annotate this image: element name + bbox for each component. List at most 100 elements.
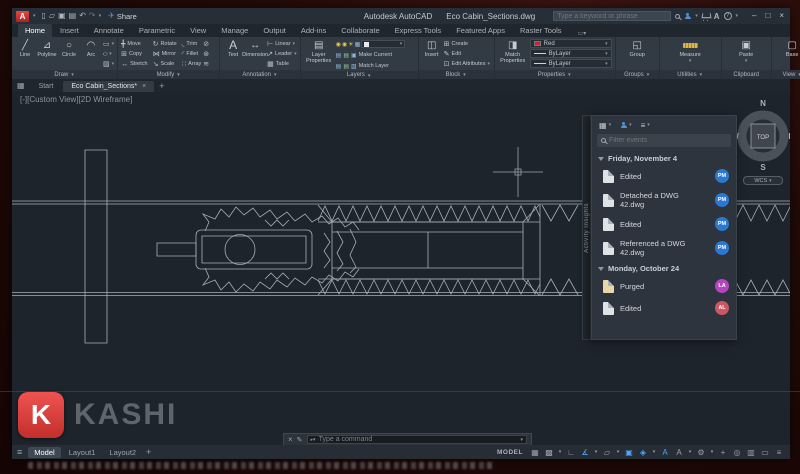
activity-item[interactable]: Edited AL bbox=[592, 297, 736, 319]
lineweight-select[interactable]: ByLayer ▾ bbox=[529, 49, 612, 58]
cart-icon[interactable] bbox=[702, 13, 710, 21]
draw-panel-label[interactable]: Draw ▼ bbox=[12, 70, 118, 79]
measure-button[interactable]: Measure ▾ bbox=[675, 39, 705, 64]
activity-item[interactable]: Edited PM bbox=[592, 213, 736, 235]
make-current-label[interactable]: Make Current bbox=[359, 52, 392, 58]
layer-state-icon-4[interactable]: ▤ bbox=[343, 63, 349, 70]
modify-panel-label[interactable]: Modify ▼ bbox=[118, 70, 220, 79]
layer-freeze-icon[interactable]: ◉ bbox=[342, 41, 347, 48]
file-tab-close-icon[interactable]: × bbox=[142, 83, 146, 90]
offset-button[interactable]: ≋ bbox=[203, 59, 209, 69]
move-button[interactable]: ╋ Move bbox=[121, 39, 147, 49]
osnap-3d-icon[interactable]: ◈ bbox=[637, 448, 649, 457]
block-panel-label[interactable]: Block ▼ bbox=[418, 70, 494, 79]
new-layout-icon[interactable]: + bbox=[146, 447, 151, 457]
qat-caret-icon[interactable]: ▾ bbox=[99, 13, 102, 19]
model-tab[interactable]: Model bbox=[28, 446, 61, 458]
edit-block-button[interactable]: ✎ Edit bbox=[444, 49, 490, 59]
create-block-button[interactable]: ⊞ Create bbox=[444, 39, 490, 49]
command-close-icon[interactable]: × bbox=[288, 435, 293, 444]
clean-screen-icon[interactable]: ▭ bbox=[759, 448, 771, 457]
activity-view-dropdown[interactable]: ▦ ▾ bbox=[599, 121, 611, 130]
rectangle-button[interactable]: ▭ ▾ bbox=[103, 39, 114, 49]
polyline-button[interactable]: ⊿ Polyline bbox=[37, 39, 57, 58]
arc-button[interactable]: ◠ Arc bbox=[81, 39, 101, 58]
ribbon-tab-annotate[interactable]: Annotate bbox=[87, 24, 131, 37]
help-icon[interactable]: ? bbox=[723, 12, 732, 20]
viewport-controls-label[interactable]: [-][Custom View][2D Wireframe] bbox=[20, 95, 132, 104]
layout1-tab[interactable]: Layout1 bbox=[63, 447, 102, 458]
file-tab-start[interactable]: Start bbox=[31, 81, 62, 92]
logo-caret-icon[interactable]: ▾ bbox=[33, 13, 36, 19]
polar-caret-icon[interactable]: ▾ bbox=[593, 449, 599, 455]
group-button[interactable]: ◱ Group bbox=[627, 39, 647, 58]
layer-sun-icon[interactable]: ☀ bbox=[348, 41, 353, 48]
activity-insights-tab[interactable]: Activity Insights bbox=[582, 115, 591, 340]
layer-properties-button[interactable]: ▤ Layer Properties bbox=[304, 39, 334, 64]
match-layer-label[interactable]: Match Layer bbox=[359, 63, 389, 69]
grid-icon[interactable]: ▦ bbox=[529, 448, 541, 457]
edit-attributes-button[interactable]: ⊡ Edit Attributes ▾ bbox=[444, 59, 490, 69]
search-input[interactable] bbox=[553, 11, 672, 21]
match-layer-icon[interactable]: ▨ bbox=[351, 63, 357, 70]
annotation-visibility-icon[interactable]: A bbox=[659, 448, 671, 457]
match-properties-button[interactable]: ◨ Match Properties bbox=[498, 39, 528, 64]
text-button[interactable]: A Text bbox=[223, 39, 243, 59]
ribbon-tab-output[interactable]: Output bbox=[256, 24, 293, 37]
file-tab-document[interactable]: Eco Cabin_Sections* × bbox=[63, 81, 155, 92]
ribbon-tab-collaborate[interactable]: Collaborate bbox=[334, 24, 386, 37]
layer-lock-icon[interactable]: ▦ bbox=[355, 41, 361, 48]
search-icon[interactable] bbox=[675, 13, 681, 19]
layer-state-icon-3[interactable]: ▤ bbox=[336, 63, 342, 70]
ortho-icon[interactable]: ∟ bbox=[565, 448, 577, 457]
ribbon-collapse-icon[interactable]: ▭▾ bbox=[578, 30, 587, 37]
isodraft-icon[interactable]: ▱ bbox=[601, 448, 613, 457]
make-current-icon[interactable]: ▣ bbox=[351, 52, 357, 59]
redo-icon[interactable]: ↷ bbox=[89, 11, 96, 21]
layer-state-icon-1[interactable]: ▤ bbox=[336, 52, 342, 59]
table-button[interactable]: ▦ Table bbox=[267, 59, 297, 69]
new-drawing-icon[interactable]: + bbox=[159, 81, 164, 91]
osnap-caret-icon[interactable]: ▾ bbox=[651, 449, 657, 455]
ribbon-tab-featured-apps[interactable]: Featured Apps bbox=[449, 24, 512, 37]
utilities-panel-label[interactable]: Utilities ▼ bbox=[659, 70, 721, 79]
sign-in-icon[interactable] bbox=[684, 12, 691, 20]
layer-state-icon-2[interactable]: ▤ bbox=[343, 52, 349, 59]
activity-list-dropdown[interactable]: ≡ ▾ bbox=[641, 121, 650, 130]
customize-icon[interactable]: ≡ bbox=[773, 448, 785, 457]
snap-icon[interactable]: ▩ bbox=[543, 448, 555, 457]
activity-filter-input[interactable] bbox=[609, 137, 719, 144]
new-file-icon[interactable]: ▯ bbox=[42, 11, 46, 21]
ribbon-tab-view[interactable]: View bbox=[183, 24, 213, 37]
erase-button[interactable]: ⊘ bbox=[203, 39, 209, 49]
save-icon[interactable]: ▣ bbox=[58, 11, 66, 21]
hatch-button[interactable]: ▨ ▾ bbox=[103, 59, 114, 69]
wcs-dropdown[interactable]: WCS ▾ bbox=[743, 176, 783, 185]
command-line-bar[interactable]: × ✎ ▸▾ Type a command ▾ bbox=[283, 433, 532, 445]
dimension-button[interactable]: ↔ Dimension bbox=[242, 39, 268, 58]
autodesk-icon[interactable]: A bbox=[714, 12, 720, 21]
polar-icon[interactable]: ∡ bbox=[579, 448, 591, 457]
plus-icon[interactable]: + bbox=[717, 448, 729, 457]
workspace-caret-icon[interactable]: ▾ bbox=[709, 449, 715, 455]
model-space-canvas[interactable]: [-][Custom View][2D Wireframe] TOP N S W… bbox=[12, 92, 790, 445]
account-caret-icon[interactable]: ▾ bbox=[695, 13, 698, 19]
undo-icon[interactable]: ↶ bbox=[79, 11, 86, 21]
ribbon-tab-addins[interactable]: Add-ins bbox=[294, 24, 333, 37]
command-recent-caret-icon[interactable]: ▾ bbox=[520, 437, 523, 443]
ribbon-tab-raster-tools[interactable]: Raster Tools bbox=[513, 24, 569, 37]
line-button[interactable]: ╱ Line bbox=[15, 39, 35, 58]
annotation-panel-label[interactable]: Annotation ▼ bbox=[220, 70, 300, 79]
activity-user-filter-dropdown[interactable]: ▾ bbox=[620, 121, 632, 129]
leader-button[interactable]: ↗ Leader ▾ bbox=[267, 49, 297, 59]
fillet-button[interactable]: ◜ Fillet bbox=[182, 49, 202, 59]
rotate-button[interactable]: ↻ Rotate bbox=[153, 39, 177, 49]
activity-group-header[interactable]: Monday, October 24 bbox=[592, 261, 736, 275]
groups-panel-label[interactable]: Groups ▼ bbox=[615, 70, 659, 79]
base-button[interactable]: ▢ Base bbox=[782, 39, 800, 58]
close-button[interactable]: × bbox=[779, 11, 784, 21]
plot-icon[interactable]: ▤ bbox=[69, 11, 77, 21]
color-select[interactable]: Red ▾ bbox=[529, 39, 612, 48]
model-space-badge[interactable]: MODEL bbox=[497, 449, 523, 456]
mirror-button[interactable]: ⋈ Mirror bbox=[153, 49, 177, 59]
